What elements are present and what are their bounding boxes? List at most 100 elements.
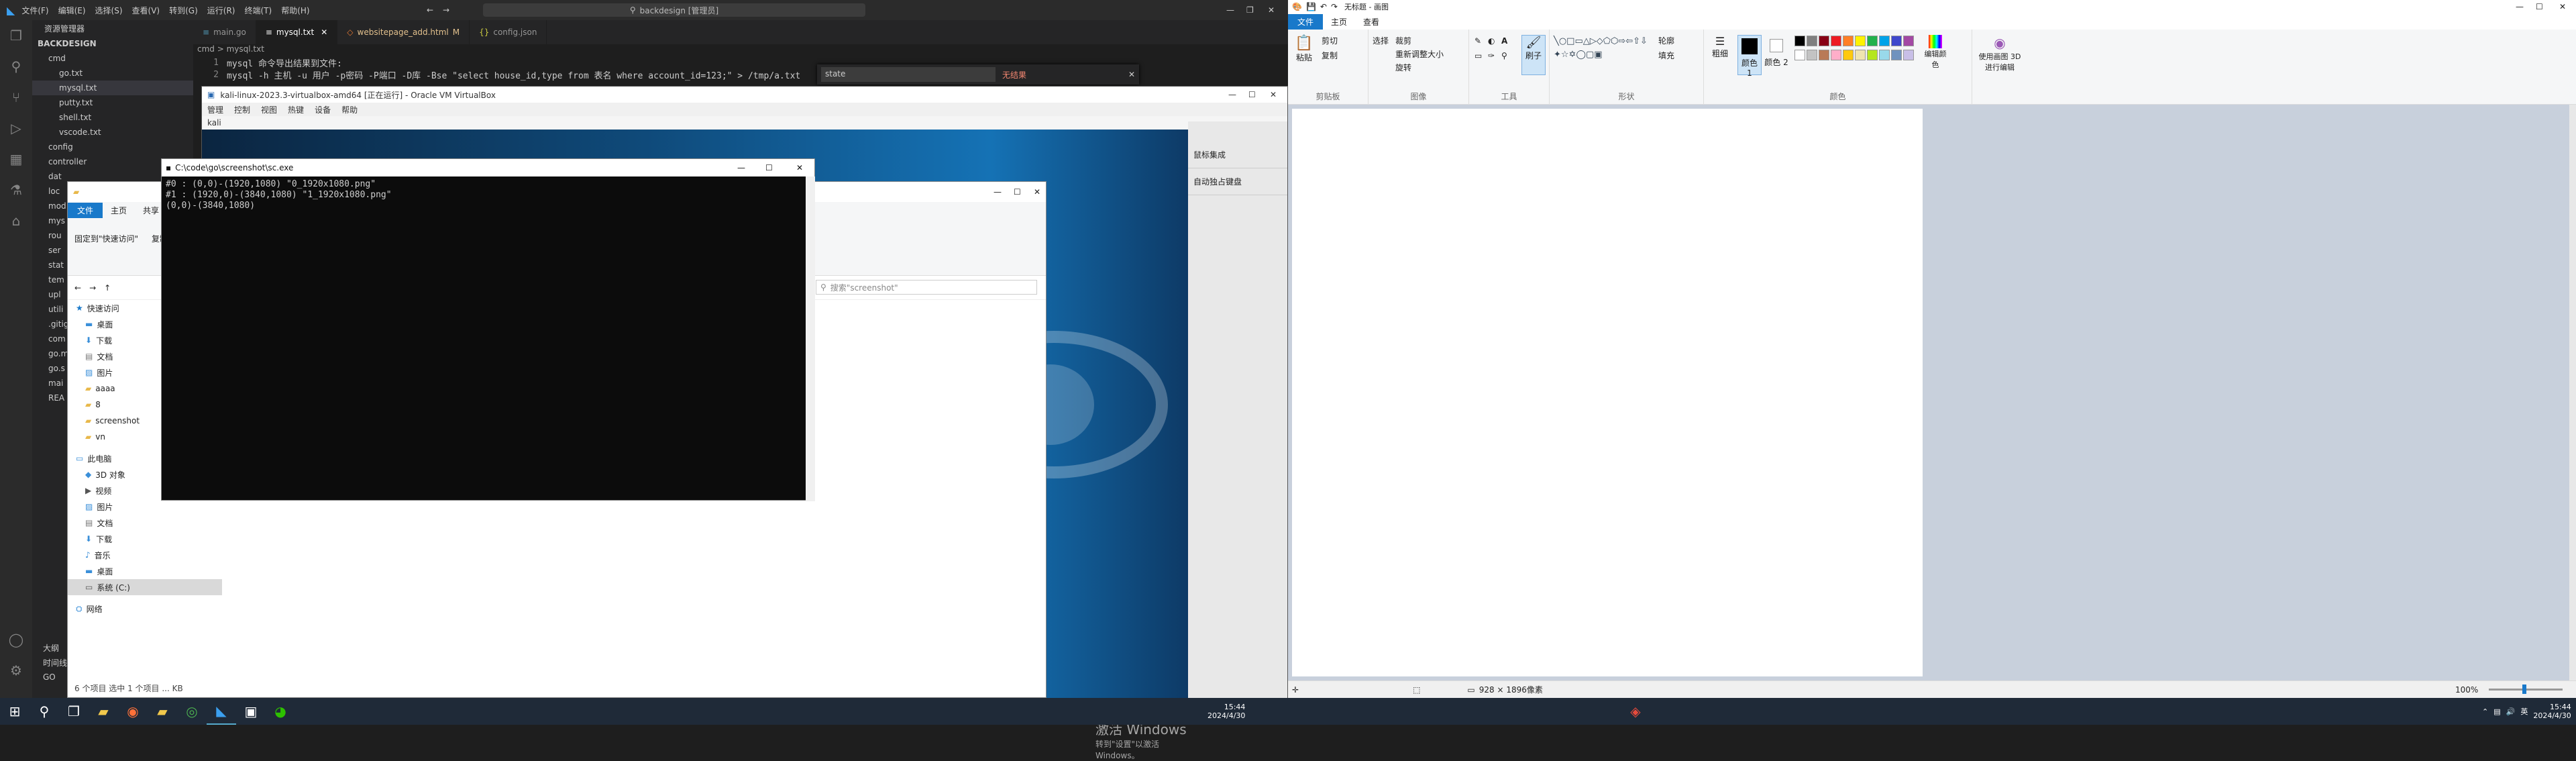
search-icon[interactable]: ⚲ — [0, 51, 32, 82]
color-swatch[interactable] — [1879, 36, 1890, 46]
select-button[interactable]: 选择 — [1373, 35, 1389, 46]
project-root[interactable]: BACKDESIGN — [32, 36, 193, 51]
tab-home[interactable]: 主页 — [1323, 14, 1355, 30]
magnifier-icon[interactable]: ⚲ — [1501, 51, 1507, 60]
rotate-button[interactable]: 旋转 — [1395, 62, 1411, 73]
close-icon[interactable]: ✕ — [1128, 70, 1135, 79]
color-swatch[interactable] — [1819, 36, 1829, 46]
source-control-icon[interactable]: ⑂ — [0, 82, 32, 113]
zoom-thumb[interactable] — [2522, 684, 2526, 694]
folder-icon[interactable]: ▰ — [148, 698, 177, 725]
fill-icon[interactable]: ◐ — [1488, 36, 1495, 46]
clock-left[interactable]: 15:44 2024/4/30 — [1208, 703, 1245, 720]
files-icon[interactable]: ❐ — [0, 20, 32, 51]
menu-file[interactable]: 文件(F) — [21, 5, 48, 16]
menu-goto[interactable]: 转到(G) — [169, 5, 198, 16]
chrome-icon[interactable]: ◎ — [177, 698, 207, 725]
color-swatch[interactable] — [1794, 50, 1805, 60]
console-scrollbar[interactable] — [806, 176, 815, 501]
cut-button[interactable]: 剪切 — [1322, 35, 1338, 46]
color-swatch[interactable] — [1903, 36, 1914, 46]
minimize-icon[interactable]: — — [2516, 2, 2524, 11]
color-swatch[interactable] — [1855, 50, 1866, 60]
tab-config-json[interactable]: {} config.json — [470, 20, 547, 44]
find-input[interactable]: state — [821, 67, 996, 82]
vertical-scrollbar[interactable] — [2569, 105, 2576, 680]
tab-file[interactable]: 文件 — [1288, 13, 1324, 30]
menu-manage[interactable]: 管理 — [207, 104, 223, 115]
color-swatch[interactable] — [1891, 36, 1902, 46]
text-icon[interactable]: A — [1501, 36, 1507, 46]
color-swatch[interactable] — [1807, 50, 1817, 60]
close-icon[interactable]: ✕ — [1034, 187, 1040, 197]
ime-indicator[interactable]: 英 — [2520, 706, 2528, 717]
tree-item[interactable]: ▤ 文档 — [68, 515, 222, 531]
remote-icon[interactable]: ⌂ — [0, 205, 32, 236]
menu-hotkey[interactable]: 热键 — [288, 104, 304, 115]
close-icon[interactable]: ✕ — [1268, 5, 1275, 15]
menu-view[interactable]: 查看(V) — [132, 5, 160, 16]
copy-button[interactable]: 复制 — [1322, 50, 1338, 61]
menu-edit[interactable]: 编辑(E) — [58, 5, 86, 16]
forward-icon[interactable]: → — [89, 283, 96, 293]
tree-item-selected[interactable]: ▭ 系统 (C:) — [68, 579, 222, 595]
console-output[interactable]: #0 : (0,0)-(1920,1080) "0_1920x1080.png"… — [162, 176, 806, 501]
color-swatch[interactable] — [1794, 36, 1805, 46]
nav-forward-icon[interactable]: → — [443, 5, 449, 15]
account-icon[interactable]: ◯ — [0, 624, 32, 655]
minimize-icon[interactable]: — — [994, 187, 1002, 197]
network-icon[interactable]: ▤ — [2493, 707, 2500, 716]
minimize-icon[interactable]: — — [737, 163, 745, 172]
notice-keyboard[interactable]: 自动独占键盘 — [1188, 168, 1287, 195]
color-swatch[interactable] — [1843, 36, 1854, 46]
zoom-slider[interactable] — [2489, 684, 2563, 694]
vm-tab[interactable]: kali — [202, 116, 1287, 130]
task-view-icon[interactable]: ❐ — [59, 698, 89, 725]
paint-icon[interactable]: ◈ — [1621, 698, 1650, 725]
maximize-icon[interactable]: ☐ — [1014, 187, 1021, 197]
tree-item[interactable]: cmd — [32, 51, 193, 66]
close-icon[interactable]: ✕ — [796, 163, 803, 172]
tab-websitepage[interactable]: ◇ websitepage_add.html M — [337, 20, 470, 44]
command-center[interactable]: ⚲ backdesign [管理员] — [483, 3, 865, 17]
resize-button[interactable]: 重新调整大小 — [1395, 48, 1444, 60]
maximize-icon[interactable]: ☐ — [765, 163, 773, 172]
minimize-icon[interactable]: — — [1228, 90, 1236, 99]
menu-terminal[interactable]: 终端(T) — [244, 5, 272, 16]
maximize-icon[interactable]: ☐ — [2536, 2, 2543, 11]
eraser-icon[interactable]: ▭ — [1474, 51, 1482, 60]
menu-help[interactable]: 帮助 — [341, 104, 358, 115]
tab-home[interactable]: 主页 — [103, 203, 135, 218]
clock-right[interactable]: 15:44 2024/4/30 — [2533, 703, 2571, 720]
explorer-icon[interactable]: ▰ — [89, 698, 118, 725]
pencil-icon[interactable]: ✎ — [1474, 36, 1481, 46]
notice-mouse[interactable]: 鼠标集成 — [1188, 142, 1287, 168]
menu-help[interactable]: 帮助(H) — [281, 5, 309, 16]
tree-item[interactable]: config — [32, 140, 193, 154]
chevron-up-icon[interactable]: ⌃ — [2482, 707, 2488, 716]
shapes-gallery[interactable]: ╲○□▭△▷◇⬠⬡⇨⇦⇧⇩✦☆✡◯▢▣ — [1554, 35, 1654, 75]
volume-icon[interactable]: 🔊 — [2506, 707, 2516, 716]
menu-select[interactable]: 选择(S) — [95, 5, 123, 16]
tree-item[interactable]: putty.txt — [32, 95, 193, 110]
restore-icon[interactable]: ❐ — [1246, 5, 1254, 15]
color-swatch[interactable] — [1879, 50, 1890, 60]
pin-quick-access-button[interactable]: 固定到"快速访问" — [74, 233, 138, 244]
minimize-icon[interactable]: — — [1226, 5, 1234, 15]
gear-icon[interactable]: ⚙ — [0, 655, 32, 686]
tree-item[interactable]: vscode.txt — [32, 125, 193, 140]
close-icon[interactable]: ✕ — [1270, 90, 1277, 99]
color2-button[interactable]: 颜色 2 — [1764, 35, 1788, 68]
menu-devices[interactable]: 设备 — [315, 104, 331, 115]
tree-item[interactable]: ▬ 桌面 — [68, 563, 222, 579]
color-swatch[interactable] — [1903, 50, 1914, 60]
tree-item[interactable]: ♪ 音乐 — [68, 547, 222, 563]
outline-button[interactable]: 轮廓 — [1658, 35, 1674, 46]
drawing-canvas[interactable] — [1292, 109, 1923, 676]
search-icon[interactable]: ⚲ — [30, 698, 59, 725]
close-icon[interactable]: ✕ — [2559, 2, 2566, 11]
color-swatch[interactable] — [1843, 50, 1854, 60]
flask-icon[interactable]: ⚗ — [0, 174, 32, 205]
tree-item[interactable]: ⬇ 下载 — [68, 531, 222, 547]
paint3d-button[interactable]: ◉ 使用画图 3D 进行编辑 — [1976, 35, 2023, 72]
